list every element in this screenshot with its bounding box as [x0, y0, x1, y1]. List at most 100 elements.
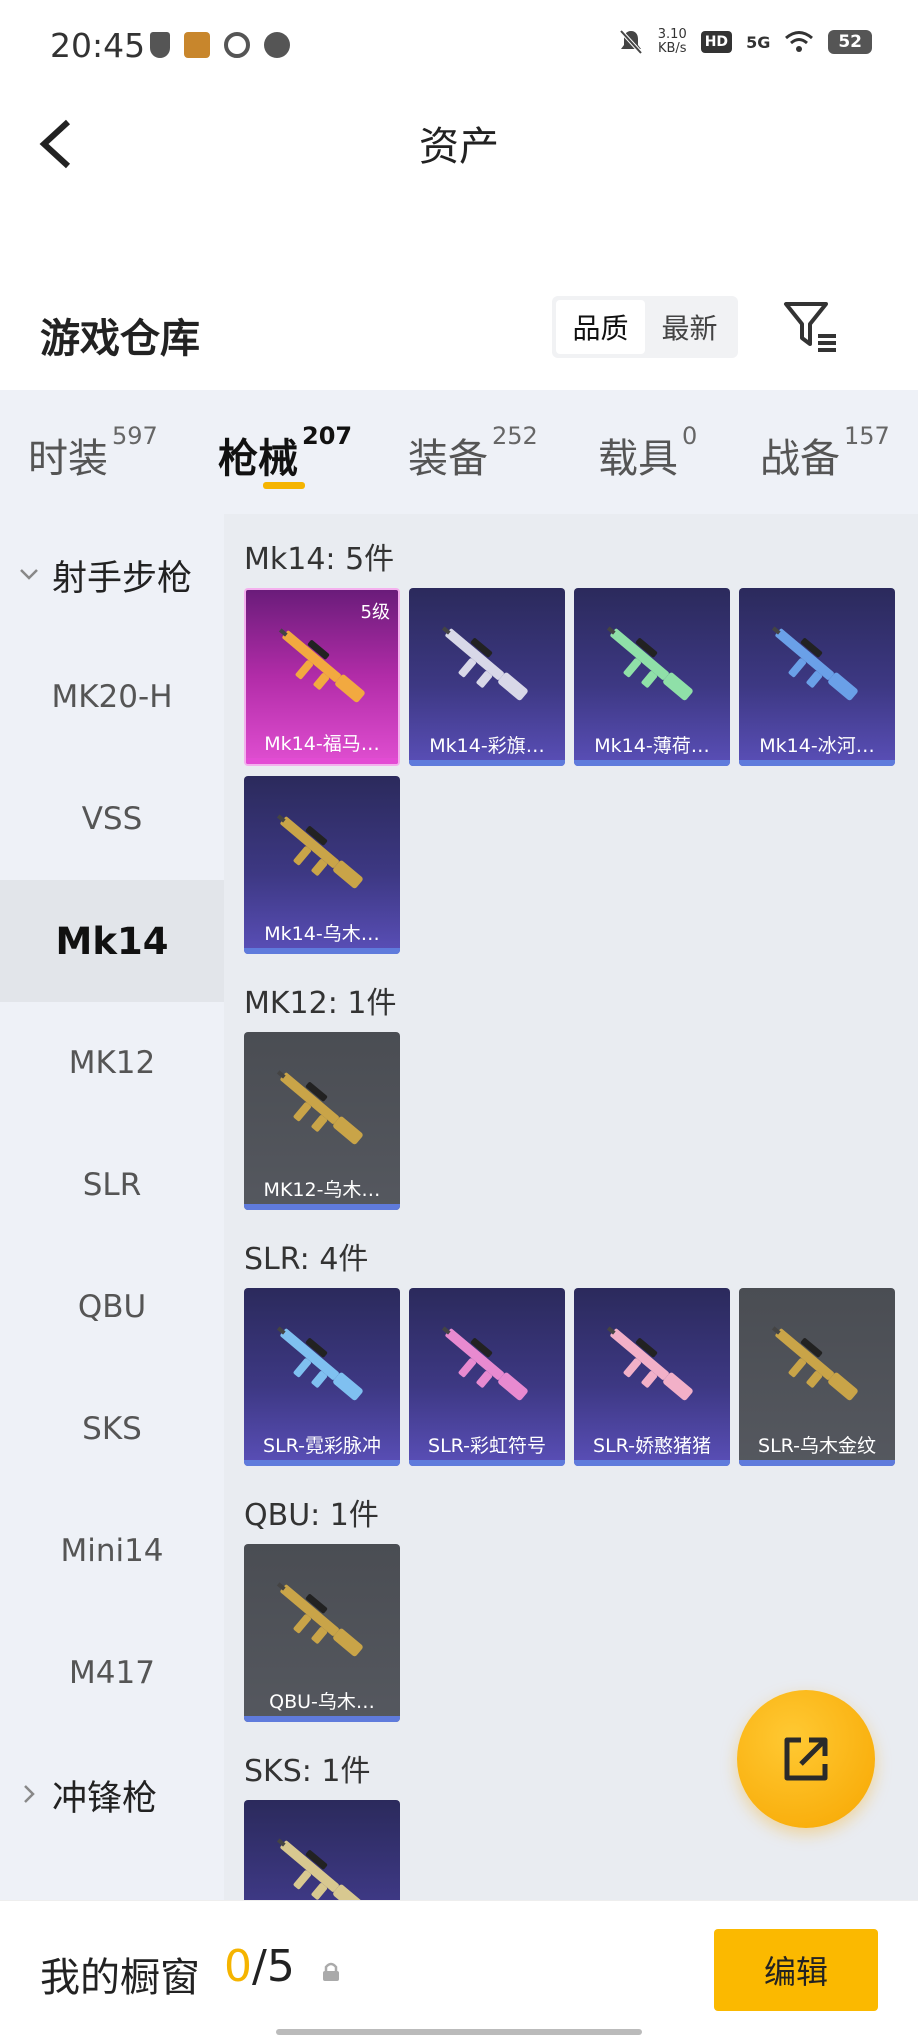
filter-button[interactable]	[782, 298, 840, 356]
card-quality-bar	[246, 758, 398, 764]
card-label: Mk14-薄荷…	[594, 735, 710, 757]
rifle-icon	[278, 628, 365, 703]
network-5g: 5G	[746, 32, 771, 52]
net-speed: 3.10 KB/s	[657, 27, 687, 56]
card-quality-bar	[739, 760, 895, 766]
weapon-skin-card[interactable]: SLR-娇憨猪猪	[574, 1288, 730, 1466]
rifle-icon	[276, 1326, 363, 1401]
system-icons: 3.10 KB/s HD 5G 52	[618, 28, 872, 56]
rifle-icon	[276, 814, 363, 889]
weapon-skin-card[interactable]: Mk14-彩旗…	[409, 588, 565, 766]
sidebar-item-qbu[interactable]: QBU	[0, 1246, 224, 1368]
group-title: MK12: 1件	[244, 986, 397, 1021]
card-quality-bar	[574, 760, 730, 766]
tab-count: 0	[682, 422, 698, 450]
sidebar-item-mk12[interactable]: MK12	[0, 1002, 224, 1124]
weapon-skin-card[interactable]: QBU-乌木…	[244, 1544, 400, 1722]
sort-toggle: 品质 最新	[552, 296, 738, 358]
card-label: Mk14-乌木…	[264, 923, 380, 945]
tab-count: 207	[302, 422, 353, 450]
rifle-icon	[606, 626, 693, 701]
notification-icons	[150, 32, 290, 58]
tab-guns[interactable]: 枪械 207	[218, 422, 352, 484]
bell-muted-icon	[619, 29, 643, 55]
wifi-icon	[785, 31, 814, 52]
weapon-skin-card[interactable]	[244, 1800, 400, 1900]
sidebar-item-mk20h[interactable]: MK20-H	[0, 636, 224, 758]
weapon-type-sidebar: 射手步枪 MK20-H VSS Mk14 MK12 SLR QBU SKS Mi…	[0, 514, 224, 1900]
warehouse-title: 游戏仓库	[40, 316, 200, 362]
game-app-icon	[184, 32, 210, 58]
tab-supplies[interactable]: 战备 157	[760, 422, 890, 484]
active-tab-indicator	[263, 482, 305, 489]
sidebar-item-vss[interactable]: VSS	[0, 758, 224, 880]
card-label: SLR-乌木金纹	[758, 1435, 876, 1457]
card-quality-bar	[244, 948, 400, 954]
card-label: Mk14-福马…	[264, 733, 380, 755]
card-quality-bar	[244, 1460, 400, 1466]
rifle-icon	[276, 1582, 363, 1657]
card-label: MK12-乌木…	[263, 1179, 381, 1201]
group-title: SLR: 4件	[244, 1242, 369, 1277]
weapon-skin-card[interactable]: Mk14-乌木…	[244, 776, 400, 954]
app-header: 资产	[0, 92, 918, 192]
lock-icon	[323, 1962, 339, 1981]
sort-by-quality[interactable]: 品质	[556, 300, 645, 354]
weapon-skin-card[interactable]: MK12-乌木…	[244, 1032, 400, 1210]
battery-icon: 52	[828, 30, 872, 54]
sort-by-newest[interactable]: 最新	[645, 300, 734, 354]
sidebar-item-mini14[interactable]: Mini14	[0, 1490, 224, 1612]
orbit-app-icon	[224, 32, 250, 58]
chevron-down-icon	[20, 569, 38, 580]
wechat-icon	[264, 32, 290, 58]
rifle-icon	[441, 1326, 528, 1401]
card-quality-bar	[739, 1460, 895, 1466]
card-level-badge: 5级	[360, 602, 390, 623]
status-bar: 20:45 3.10 KB/s HD 5G 52	[0, 0, 918, 92]
card-label: QBU-乌木…	[269, 1691, 375, 1713]
page-title: 资产	[419, 124, 499, 170]
sidebar-item-mk14[interactable]: Mk14	[0, 880, 224, 1002]
card-label: Mk14-彩旗…	[429, 735, 545, 757]
tab-fashion[interactable]: 时装 597	[28, 422, 158, 484]
group-title: Mk14: 5件	[244, 542, 395, 577]
weapon-skin-card[interactable]: Mk14-冰河…	[739, 588, 895, 766]
edit-button[interactable]: 编辑	[714, 1929, 878, 2011]
sidebar-item-slr[interactable]: SLR	[0, 1124, 224, 1246]
tab-vehicles[interactable]: 载具 0	[598, 422, 697, 484]
sidebar-group-smg[interactable]: 冲锋枪	[0, 1734, 224, 1856]
tab-count: 157	[844, 422, 890, 450]
share-fab[interactable]	[737, 1690, 875, 1828]
shield-icon	[150, 32, 170, 58]
weapon-skin-card[interactable]: Mk14-福马… 5级	[244, 588, 400, 766]
chevron-right-icon	[24, 1785, 35, 1803]
sidebar-item-sks[interactable]: SKS	[0, 1368, 224, 1490]
rifle-icon	[441, 626, 528, 701]
card-quality-bar	[409, 760, 565, 766]
card-quality-bar	[244, 1716, 400, 1722]
hd-badge: HD	[700, 31, 733, 53]
tab-equipment[interactable]: 装备 252	[408, 422, 538, 484]
rifle-icon	[276, 1838, 363, 1900]
rifle-icon	[276, 1070, 363, 1145]
card-label: Mk14-冰河…	[759, 735, 875, 757]
sidebar-group-marksman[interactable]: 射手步枪	[0, 514, 224, 636]
group-title: SKS: 1件	[244, 1754, 371, 1789]
card-quality-bar	[409, 1460, 565, 1466]
card-quality-bar	[244, 1204, 400, 1210]
tab-count: 597	[112, 422, 158, 450]
home-indicator	[276, 2029, 642, 2035]
weapon-skin-card[interactable]: SLR-彩虹符号	[409, 1288, 565, 1466]
showcase-bar: 我的橱窗 0/5 编辑	[0, 1900, 918, 2040]
share-external-icon	[784, 1737, 828, 1781]
rifle-icon	[771, 1326, 858, 1401]
category-tabs: 时装 597 枪械 207 装备 252 载具 0 战备 157	[0, 390, 918, 514]
tab-count: 252	[492, 422, 538, 450]
weapon-skin-card[interactable]: SLR-霓彩脉冲	[244, 1288, 400, 1466]
weapon-skin-card[interactable]: Mk14-薄荷…	[574, 588, 730, 766]
sidebar-item-m417[interactable]: M417	[0, 1612, 224, 1734]
rifle-icon	[606, 1326, 693, 1401]
weapon-skin-card[interactable]: SLR-乌木金纹	[739, 1288, 895, 1466]
card-label: SLR-娇憨猪猪	[593, 1435, 711, 1457]
showcase-count: 0/5	[224, 1941, 295, 1992]
